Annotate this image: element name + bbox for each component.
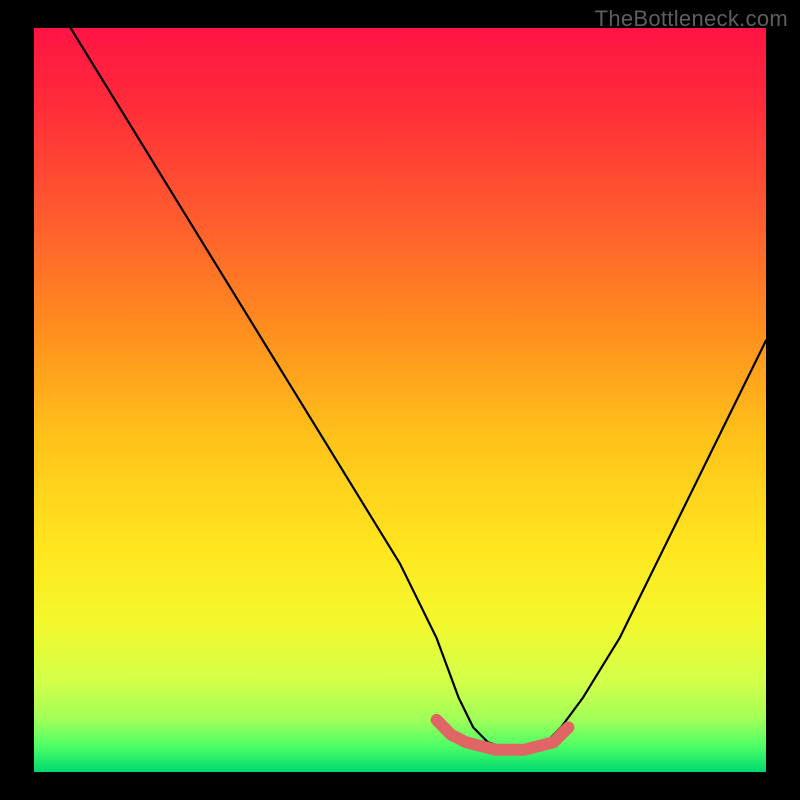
watermark-text: TheBottleneck.com xyxy=(595,6,788,32)
app-frame: TheBottleneck.com xyxy=(0,0,800,800)
bottleneck-chart xyxy=(0,0,800,800)
plot-background xyxy=(34,28,766,772)
